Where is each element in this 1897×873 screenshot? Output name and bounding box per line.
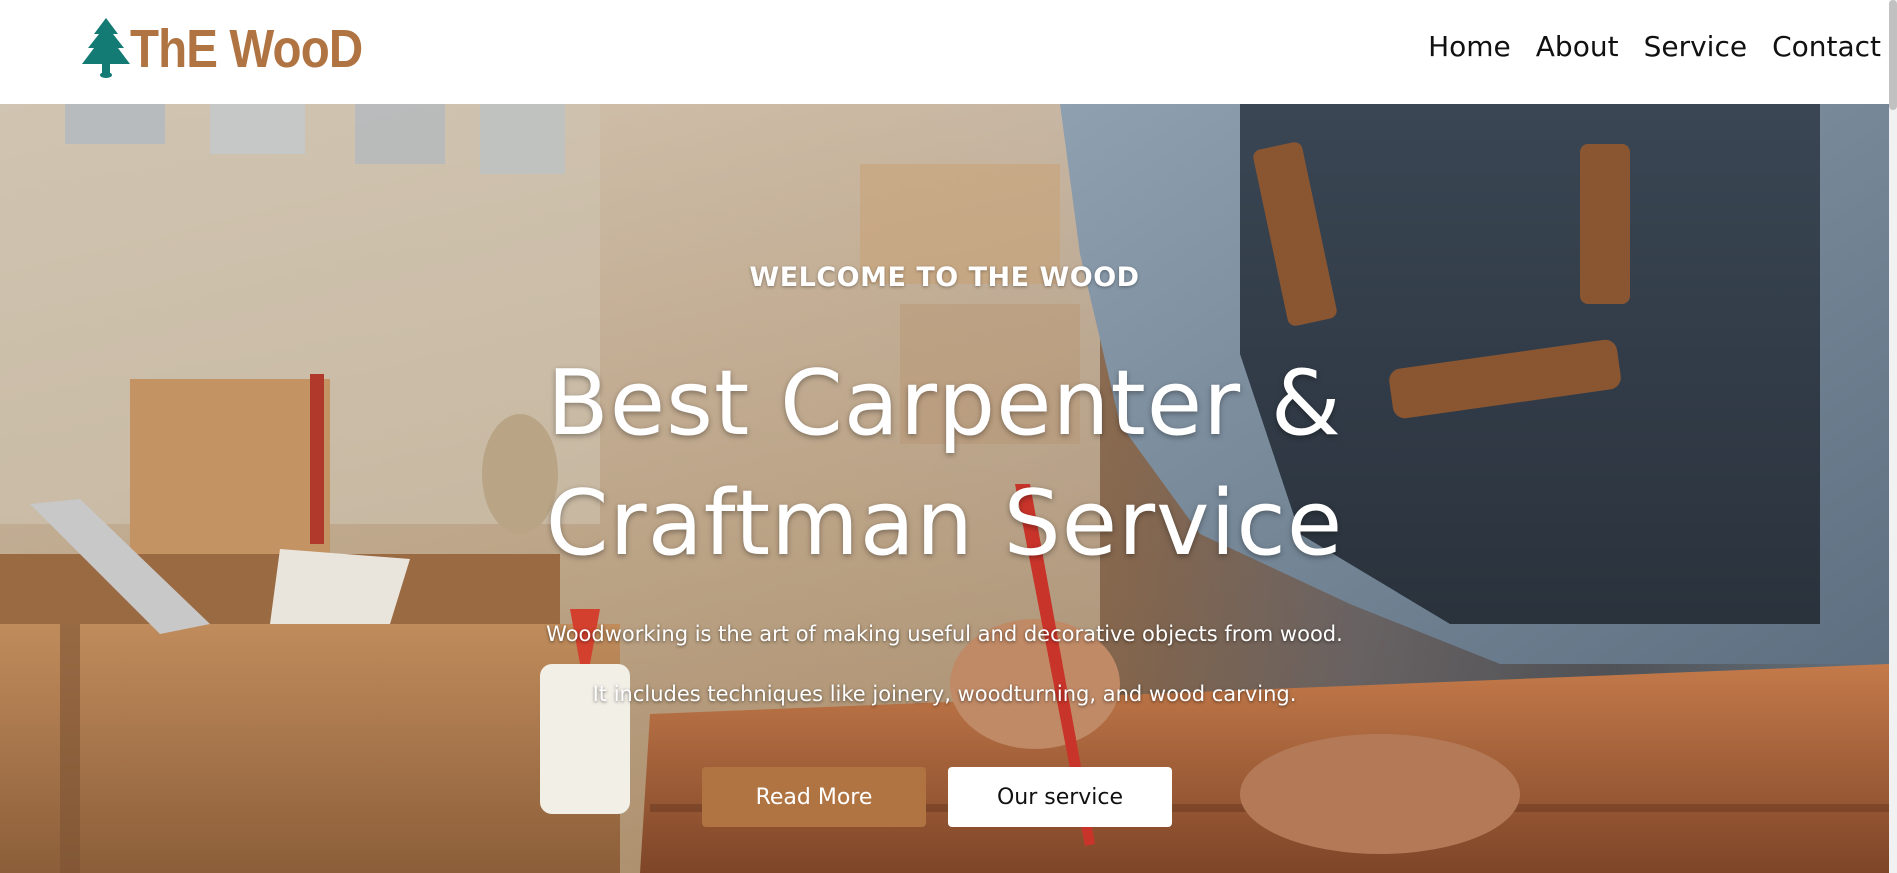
hero-headline-line2: Craftman Service [545,471,1344,576]
hero-eyebrow: WELCOME TO THE WOOD [749,262,1140,293]
main-nav: Home About Service Contact [1428,30,1881,64]
nav-contact[interactable]: Contact [1772,30,1881,64]
site-header: ThE WooD Home About Service Contact [0,0,1897,104]
hero-description-line1: Woodworking is the art of making useful … [546,622,1343,646]
logo[interactable]: ThE WooD [78,16,394,82]
hero-section: WELCOME TO THE WOOD Best Carpenter & Cra… [0,104,1889,873]
scrollbar-thumb[interactable] [1889,0,1897,110]
nav-home[interactable]: Home [1428,30,1511,64]
pine-tree-icon [82,18,130,78]
hero-description-line2: It includes techniques like joinery, woo… [592,682,1297,706]
hero-headline: Best Carpenter & Craftman Service [0,344,1889,584]
hero-headline-line1: Best Carpenter & [547,351,1342,456]
nav-service[interactable]: Service [1644,30,1747,64]
nav-about[interactable]: About [1536,30,1619,64]
brand-name: ThE WooD [130,19,363,79]
hero-content: WELCOME TO THE WOOD Best Carpenter & Cra… [0,104,1889,873]
read-more-button[interactable]: Read More [702,767,926,827]
page-scrollbar[interactable] [1889,0,1897,873]
our-service-button[interactable]: Our service [948,767,1172,827]
